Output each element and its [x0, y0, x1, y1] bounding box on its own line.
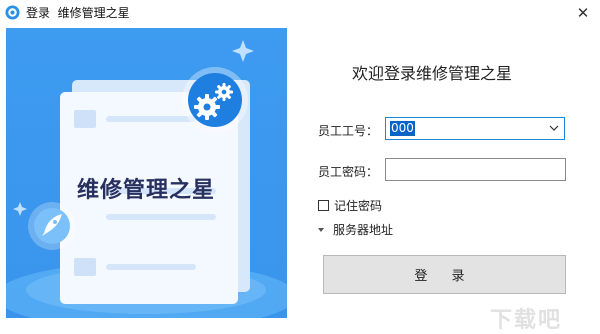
server-address-label: 服务器地址 [333, 223, 394, 237]
login-button-label: 登 录 [414, 269, 475, 284]
triangle-down-icon [318, 227, 324, 232]
remember-password-label: 记住密码 [334, 199, 383, 213]
app-logo-icon [5, 5, 20, 20]
server-address-toggle[interactable]: 服务器地址 [318, 221, 393, 238]
remember-password-checkbox[interactable]: 记住密码 [318, 197, 382, 214]
chevron-down-icon[interactable] [548, 122, 560, 134]
close-icon: ✕ [576, 4, 590, 22]
employee-id-label: 员工工号： [318, 124, 379, 138]
login-button[interactable]: 登 录 [323, 255, 566, 294]
employee-id-value: 000 [390, 121, 415, 136]
rocket-icon [28, 202, 76, 250]
welcome-heading: 欢迎登录维修管理之星 [352, 64, 513, 83]
checkbox-box[interactable] [318, 200, 329, 211]
close-button[interactable]: ✕ [566, 0, 600, 26]
title-bar: 登录 维修管理之星 ✕ [0, 0, 600, 26]
password-label: 员工密码： [318, 165, 379, 179]
hero-title: 维修管理之星 [77, 178, 216, 203]
gear-icon [182, 67, 248, 133]
window-title: 登录 维修管理之星 [26, 6, 130, 20]
hero-illustration: 维修管理之星 [6, 28, 287, 318]
watermark: 下载吧 [490, 308, 563, 333]
employee-id-combobox[interactable]: 000 [385, 117, 565, 140]
password-field[interactable] [385, 158, 566, 181]
